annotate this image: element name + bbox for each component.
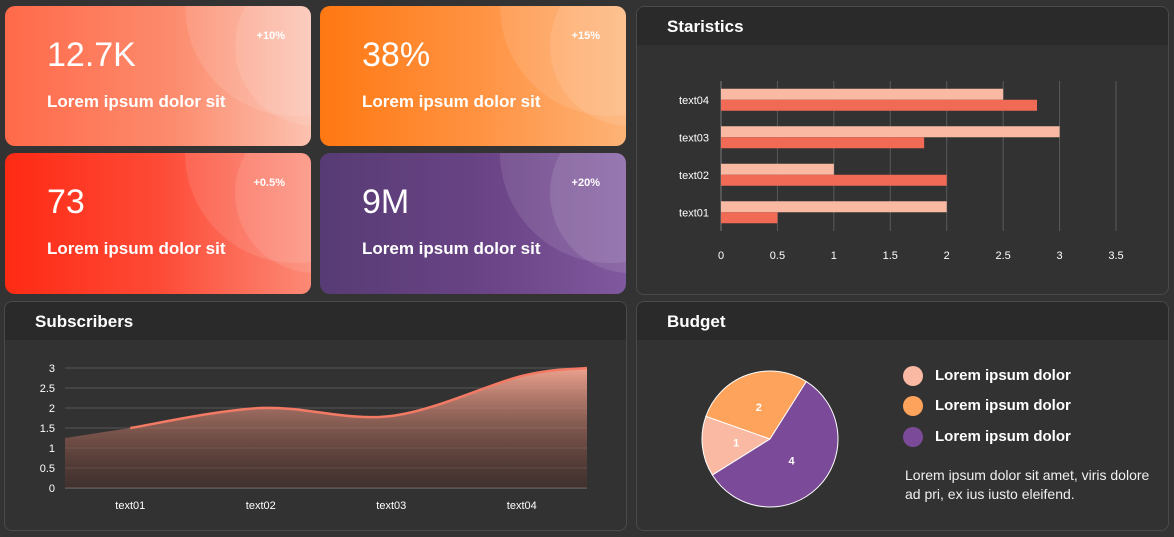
y-tick-label: 2.5 [40,383,55,395]
kpi-value: 73 [47,183,85,221]
y-tick-label: 1.5 [40,423,55,435]
bar [721,163,834,175]
y-tick-label: 0 [49,483,55,495]
y-tick-label: 3 [49,363,55,375]
x-tick-label: 3 [1057,250,1063,262]
legend-label: Lorem ipsum dolor [935,367,1071,384]
area-fill [65,368,587,488]
x-tick-label: 3.5 [1108,250,1123,262]
kpi-card-4: 9M Lorem ipsum dolor sit +20% [320,153,626,294]
x-tick-label: text02 [246,500,276,512]
legend-dot [903,366,923,386]
pie-data-label: 4 [789,456,796,468]
kpi-card-1: 12.7K Lorem ipsum dolor sit +10% [5,6,311,146]
bar [721,126,1060,138]
kpi-badge: +15% [571,30,600,42]
kpi-card-3: 73 Lorem ipsum dolor sit +0.5% [5,153,311,294]
y-tick-label: text04 [679,95,709,107]
legend-dot [903,427,923,447]
x-tick-label: 0 [718,250,724,262]
x-tick-label: 1.5 [883,250,898,262]
statistics-panel: Staristics 0 0.5 1 1.5 2 2.5 3 3.5 text01 text02 t… [636,6,1169,295]
kpi-value: 38% [362,36,431,74]
legend-label: Lorem ipsum dolor [935,428,1071,445]
y-tick-label: 1 [49,443,55,455]
kpi-value: 12.7K [47,36,136,74]
bar [721,212,778,224]
x-tick-label: 1 [831,250,837,262]
kpi-label: Lorem ipsum dolor sit [47,92,226,111]
x-tick-label: text04 [507,500,537,512]
bar [721,174,947,186]
kpi-badge: +20% [571,177,600,189]
kpi-label: Lorem ipsum dolor sit [47,239,226,258]
kpi-badge: +0.5% [253,177,286,189]
subscribers-panel: Subscribers 0 0.5 1 1.5 2 2.5 3 text01 text02 tex… [4,301,627,531]
y-tick-label: text02 [679,170,709,182]
x-tick-label: 2 [944,250,950,262]
y-tick-label: 0.5 [40,463,55,475]
bar [721,201,947,213]
legend-dot [903,396,923,416]
kpi-label: Lorem ipsum dolor sit [362,92,541,111]
budget-pie-chart: 1 2 4 [701,370,839,508]
legend-label: Lorem ipsum dolor [935,397,1071,414]
budget-panel: Budget 124 Lorem ipsum dolor Lorem ipsum… [636,301,1169,531]
x-tick-label: text03 [376,500,406,512]
x-tick-label: text01 [115,500,145,512]
bar [721,99,1037,111]
kpi-value: 9M [362,183,410,221]
budget-description: Lorem ipsum dolor sit amet, viris dolore… [905,467,1150,502]
y-tick-label: 2 [49,403,55,415]
y-tick-label: text01 [679,207,709,219]
pie-data-label: 1 [733,438,739,450]
bar [721,88,1004,100]
pie-data-label: 2 [756,402,762,414]
kpi-label: Lorem ipsum dolor sit [362,239,541,258]
kpi-badge: +10% [256,30,285,42]
statistics-bar-chart: 0 0.5 1 1.5 2 2.5 3 3.5 text01 text02 text03 text04 [679,81,1124,262]
x-tick-label: 0.5 [770,250,785,262]
x-tick-label: 2.5 [995,250,1010,262]
y-tick-label: text03 [679,132,709,144]
subscribers-area-chart: 0 0.5 1 1.5 2 2.5 3 text01 text02 text03 text04 [40,363,588,512]
kpi-card-2: 38% Lorem ipsum dolor sit +15% [320,6,626,146]
bar [721,137,925,149]
